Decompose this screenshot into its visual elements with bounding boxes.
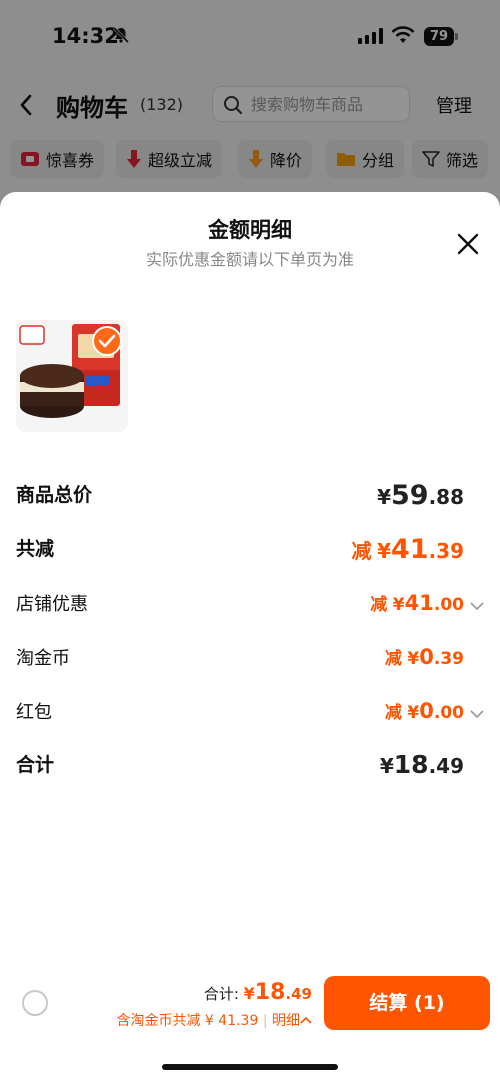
row-label: 红包	[16, 702, 52, 723]
select-all-radio[interactable]	[22, 990, 48, 1016]
close-icon[interactable]	[456, 232, 480, 260]
sheet-subtitle: 实际优惠金额请以下单页为准	[145, 250, 354, 269]
row-total-reduction: 共减 减 ¥41.39	[16, 534, 484, 574]
amount-detail-sheet: 金额明细 实际优惠金额请以下单页为准 商品总价 ¥59.88 共减 减 ¥41.…	[0, 192, 500, 1084]
selected-check-icon	[92, 326, 122, 356]
footer-total: 合计: ¥18.49	[204, 980, 312, 1005]
detail-toggle[interactable]: 明细	[272, 1013, 312, 1029]
row-taojin-coin: 淘金币 减 ¥0.39	[16, 644, 484, 684]
row-value: 减 ¥0.39	[384, 645, 464, 669]
row-label: 淘金币	[16, 648, 70, 669]
row-value: 减 ¥0.00	[384, 699, 464, 723]
row-store-discount[interactable]: 店铺优惠 减 ¥41.00	[16, 590, 484, 630]
row-label: 店铺优惠	[16, 594, 88, 615]
row-value: 减 ¥41.00	[370, 591, 464, 615]
row-sum: 合计 ¥18.49	[16, 750, 484, 790]
footer-total-value: ¥18.49	[243, 980, 312, 1005]
chevron-down-icon[interactable]	[470, 704, 484, 723]
footer-discount-text: 含淘金币共减 ¥ 41.39	[116, 1013, 259, 1029]
chevron-down-icon[interactable]	[470, 596, 484, 615]
row-value: ¥18.49	[379, 750, 464, 779]
checkout-bar: 合计: ¥18.49 含淘金币共减 ¥ 41.39 | 明细 结算 (1)	[0, 966, 500, 1084]
row-label: 共减	[16, 538, 55, 560]
row-value: 减 ¥41.39	[351, 534, 464, 565]
row-label: 商品总价	[16, 484, 93, 506]
chevron-up-icon	[300, 1016, 312, 1024]
home-indicator	[162, 1064, 338, 1070]
row-total-price: 商品总价 ¥59.88	[16, 480, 484, 520]
row-label: 合计	[16, 754, 55, 776]
sheet-title: 金额明细	[208, 218, 292, 242]
checkout-button[interactable]: 结算 (1)	[324, 976, 490, 1030]
row-red-packet[interactable]: 红包 减 ¥0.00	[16, 698, 484, 738]
footer-total-label: 合计:	[203, 985, 239, 1003]
row-value: ¥59.88	[377, 480, 464, 511]
footer-discount-info: 含淘金币共减 ¥ 41.39 | 明细	[116, 1010, 312, 1030]
